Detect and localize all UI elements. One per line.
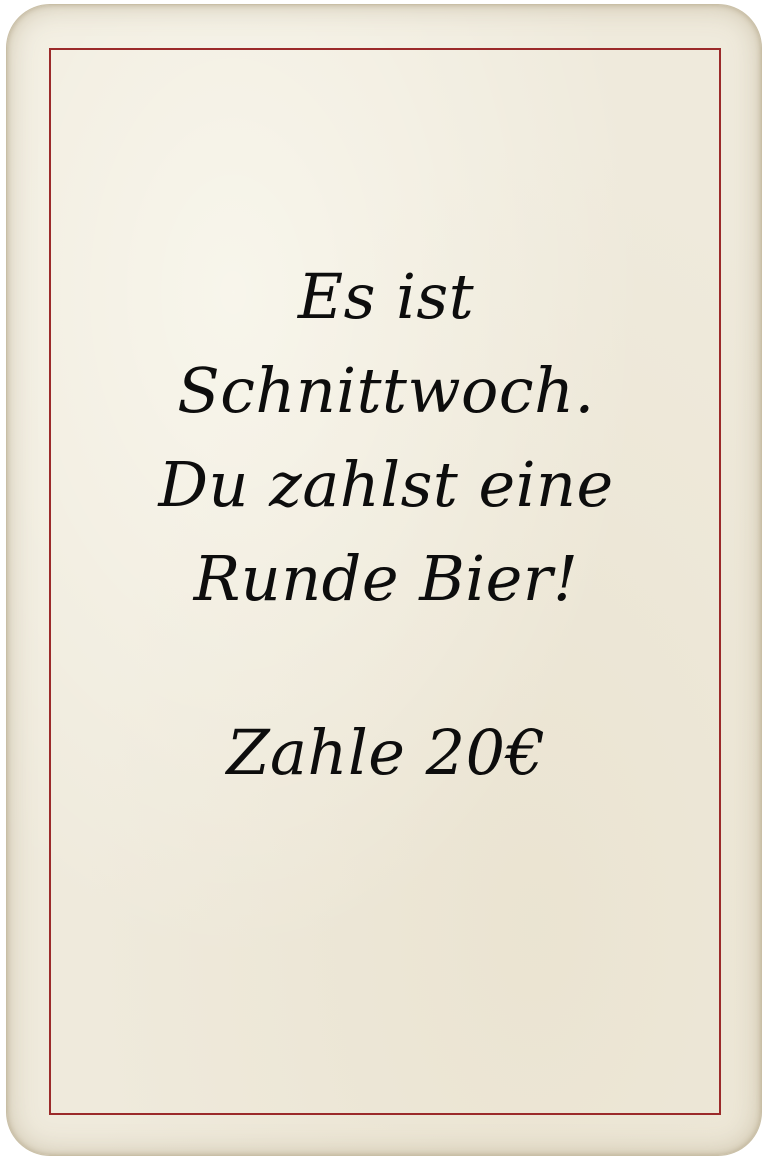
card-price: Zahle 20€ xyxy=(226,716,546,789)
card-message-line: Schnittwoch. xyxy=(177,354,595,427)
card-message: Es ist Schnittwoch. Du zahlst eine Runde… xyxy=(0,250,772,626)
card-message-line: Du zahlst eine xyxy=(158,448,614,521)
stage: Es ist Schnittwoch. Du zahlst eine Runde… xyxy=(0,0,772,1166)
card-message-line: Runde Bier! xyxy=(193,542,579,615)
card-message-line: Es ist xyxy=(297,260,475,333)
